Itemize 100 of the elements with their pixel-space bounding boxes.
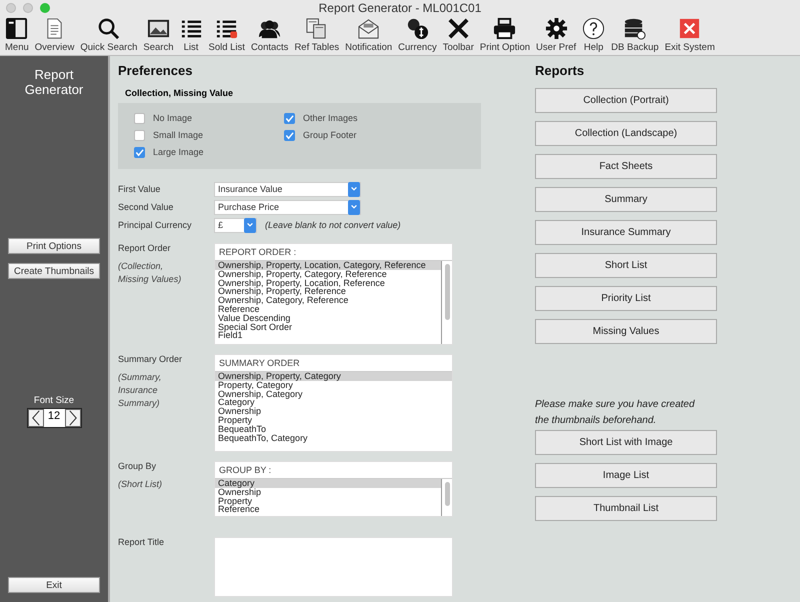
section-title: Reports bbox=[535, 63, 586, 78]
report-button[interactable]: Collection (Portrait) bbox=[535, 88, 717, 113]
report-button[interactable]: Thumbnail List bbox=[535, 496, 717, 521]
currency-dropdown[interactable]: £ bbox=[214, 218, 257, 232]
list-item[interactable]: Ownership bbox=[215, 488, 441, 497]
list-item[interactable]: Ownership, Category, Reference bbox=[215, 296, 441, 305]
list-item[interactable]: Ownership, Property, Category bbox=[215, 372, 452, 381]
font-size-value: 12 bbox=[46, 409, 62, 424]
toolbar-button[interactable]: List bbox=[176, 16, 206, 53]
report-button[interactable]: Short List bbox=[535, 253, 717, 278]
list-item[interactable]: Ownership bbox=[215, 407, 452, 416]
toolbar-button[interactable]: DB Backup bbox=[608, 16, 662, 53]
list-item[interactable]: Reference bbox=[215, 505, 441, 514]
toolbar-button[interactable]: Exit System bbox=[662, 16, 718, 53]
hint-text: Please make sure you have created the thumbnails beforehand. bbox=[535, 398, 696, 428]
toolbar-button[interactable]: Sold List bbox=[206, 16, 248, 53]
minimize-window-button[interactable] bbox=[23, 3, 33, 13]
report-button[interactable]: Collection (Landscape) bbox=[535, 121, 717, 146]
report-button[interactable]: Missing Values bbox=[535, 319, 717, 344]
toolbar-button[interactable]: Help bbox=[579, 16, 608, 53]
toolbar-button[interactable]: Ref Tables bbox=[291, 16, 342, 53]
close-icon bbox=[678, 17, 702, 40]
printer-icon bbox=[493, 17, 516, 40]
list-item[interactable]: Ownership, Property, Location, Category, Reference bbox=[215, 261, 441, 270]
list-item[interactable]: Ownership, Property, Reference bbox=[215, 287, 441, 296]
font-size-label: Font Size bbox=[34, 395, 74, 406]
decrease-button[interactable] bbox=[28, 409, 44, 427]
field-label: Summary Order bbox=[118, 354, 184, 364]
field-label: Report Title bbox=[118, 537, 166, 547]
checkbox[interactable]: Group Footer bbox=[284, 128, 357, 142]
toolbar-button[interactable]: User Pref bbox=[533, 16, 580, 53]
database-icon bbox=[623, 17, 646, 40]
list-item[interactable]: Ownership, Property, Location, Reference bbox=[215, 278, 441, 288]
coins-icon bbox=[406, 17, 429, 40]
toolbar-button[interactable]: Print Option bbox=[476, 16, 534, 53]
dropdown[interactable]: Purchase Price bbox=[214, 200, 361, 214]
field-label: First Value bbox=[118, 184, 162, 194]
toolbar-button[interactable]: Toolbar bbox=[440, 16, 477, 53]
help-icon bbox=[582, 17, 606, 40]
hint-text: (Summary, Insurance Summary) bbox=[118, 371, 162, 410]
report-button[interactable]: Image List bbox=[535, 463, 717, 488]
hint-text: (Leave blank to not convert value) bbox=[265, 220, 401, 230]
list-item[interactable]: Field1 bbox=[215, 331, 441, 340]
exit-button[interactable]: Exit bbox=[8, 577, 100, 593]
group-title: Collection, Missing Value bbox=[125, 88, 234, 98]
scrollbar-thumb[interactable] bbox=[444, 264, 450, 320]
field-label: Second Value bbox=[118, 202, 174, 212]
dropdown[interactable]: Insurance Value bbox=[214, 182, 361, 196]
field-label: Group By bbox=[118, 461, 158, 471]
report-button[interactable]: Insurance Summary bbox=[535, 220, 717, 245]
chevron-right-icon bbox=[68, 410, 76, 426]
checkbox[interactable]: No Image bbox=[134, 111, 192, 125]
list-item[interactable]: Property bbox=[215, 496, 441, 506]
zoom-window-button[interactable] bbox=[40, 3, 50, 13]
list-item[interactable]: Category bbox=[215, 398, 452, 408]
list-item[interactable]: BequeathTo, Category bbox=[215, 434, 452, 442]
scrollbar-thumb[interactable] bbox=[444, 482, 450, 506]
increase-button[interactable] bbox=[64, 409, 80, 427]
checkmark-icon bbox=[135, 148, 144, 156]
list-item[interactable]: Special Sort Order bbox=[215, 322, 441, 332]
sidebar-button[interactable]: Create Thumbnails bbox=[8, 263, 100, 279]
toolbar-button[interactable]: Overview bbox=[32, 16, 78, 53]
report-button[interactable]: Short List with Image bbox=[535, 430, 717, 455]
hint-text: (Collection, Missing Values) bbox=[118, 260, 182, 286]
toolbar-button[interactable]: Currency bbox=[395, 16, 440, 53]
toolbar-button[interactable]: Notification bbox=[342, 16, 396, 53]
list-item[interactable]: Property, Category bbox=[215, 380, 452, 390]
list-item[interactable]: Reference bbox=[215, 304, 441, 314]
sidebar-button[interactable]: Print Options bbox=[8, 238, 100, 254]
toolbar-button[interactable]: Contacts bbox=[248, 16, 292, 53]
hint-text: (Short List) bbox=[118, 478, 164, 491]
toolbar-button[interactable]: Quick Search bbox=[77, 16, 140, 53]
report-button[interactable]: Priority List bbox=[535, 286, 717, 311]
chevron-down-icon bbox=[246, 221, 254, 229]
list-item[interactable]: BequeathTo bbox=[215, 424, 452, 434]
field-label: Report Order bbox=[118, 243, 172, 253]
search-icon bbox=[97, 17, 120, 40]
chevron-down-icon bbox=[350, 185, 358, 193]
section-title: Preferences bbox=[118, 63, 194, 78]
toolbar-button[interactable]: Menu bbox=[2, 16, 32, 53]
checkbox[interactable]: Large Image bbox=[134, 145, 204, 159]
checkbox[interactable]: Small Image bbox=[134, 128, 204, 142]
chevron-left-icon bbox=[32, 410, 40, 426]
checkbox[interactable]: Other Images bbox=[284, 111, 358, 125]
sidebar-title: Report Generator bbox=[24, 67, 84, 97]
gear-icon bbox=[544, 17, 568, 40]
list-item[interactable]: Value Descending bbox=[215, 314, 441, 323]
field-label: Principal Currency bbox=[118, 220, 193, 230]
toolbar-button[interactable]: Search bbox=[140, 16, 176, 53]
list-item[interactable]: Ownership, Category bbox=[215, 390, 452, 398]
list-item[interactable]: Property bbox=[215, 416, 452, 425]
close-window-button[interactable] bbox=[6, 3, 16, 13]
list-item[interactable]: Ownership, Property, Category, Reference bbox=[215, 270, 441, 279]
list-item[interactable]: Category bbox=[215, 479, 441, 488]
report-button[interactable]: Summary bbox=[535, 187, 717, 212]
report-button[interactable]: Fact Sheets bbox=[535, 154, 717, 179]
chevron-down-icon bbox=[350, 203, 358, 211]
sidebar-layout-icon bbox=[5, 17, 28, 40]
window-title: Report Generator - ML001C01 bbox=[318, 1, 482, 15]
report-title-field[interactable] bbox=[214, 537, 453, 597]
